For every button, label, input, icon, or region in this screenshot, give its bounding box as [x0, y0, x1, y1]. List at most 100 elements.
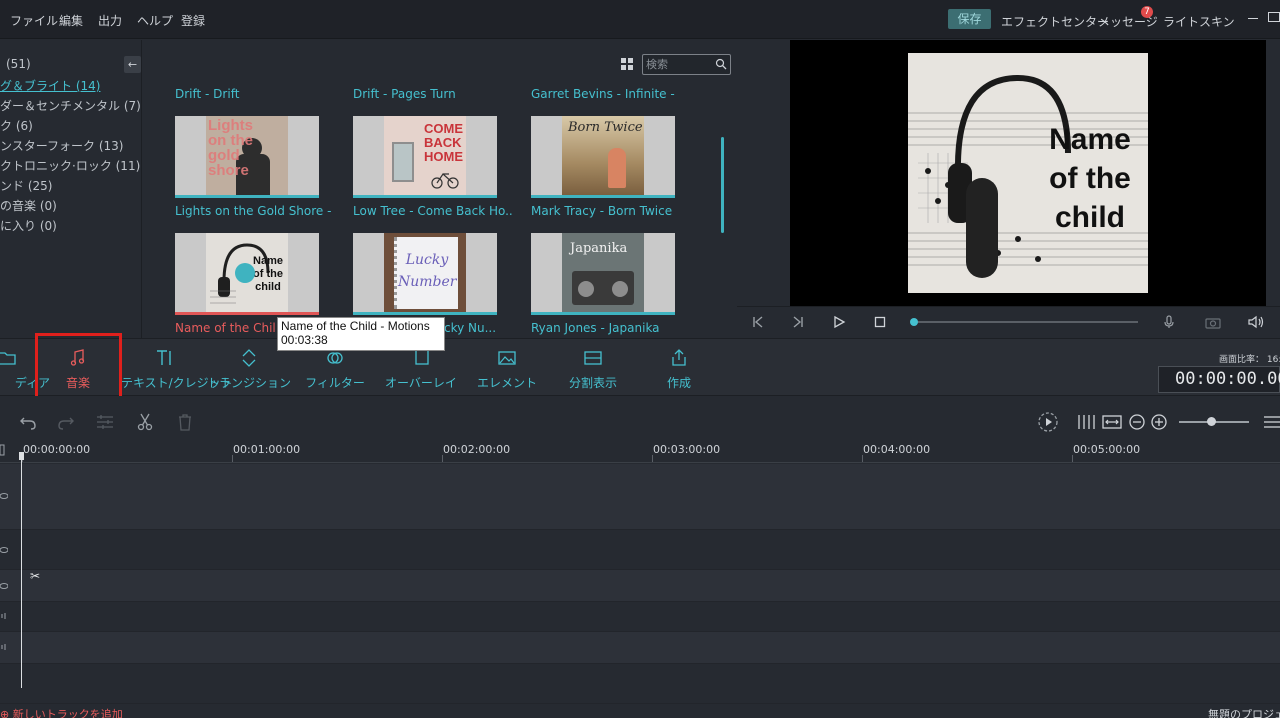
scissors-icon[interactable]: ✂ [30, 569, 40, 583]
play-icon[interactable] [832, 315, 846, 329]
skip-forward-icon[interactable] [791, 315, 805, 329]
menu-export[interactable]: 出力 [98, 12, 122, 29]
audio-title[interactable]: Drift - Drift [175, 87, 321, 101]
category-panel: (51) グ＆ブライト (14) ダー＆センチメンタル (7) ク (6) ンス… [0, 40, 142, 338]
audio-track[interactable] [0, 602, 1280, 632]
volume-icon[interactable] [1247, 315, 1265, 329]
preview-title-line: of the [1049, 162, 1131, 195]
tab-label: 分割表示 [568, 376, 617, 390]
eye-icon[interactable] [0, 581, 8, 591]
audio-thumbnail[interactable]: Lucky Number [353, 233, 497, 315]
audio-label[interactable]: Mark Tracy - Born Twice [531, 204, 691, 218]
zoom-in-icon[interactable] [1149, 412, 1169, 432]
playhead-handle[interactable] [19, 452, 24, 460]
grid-view-icon[interactable] [621, 58, 633, 70]
category-item[interactable]: ンスターフォーク (13) [0, 137, 124, 154]
tab-text-credit[interactable]: テキスト/クレジット [121, 348, 233, 392]
playback-progress[interactable] [913, 321, 1138, 323]
menu-icon[interactable] [1262, 412, 1280, 432]
redo-icon[interactable] [56, 412, 76, 432]
audio-thumbnail[interactable]: Japanika [531, 233, 675, 315]
microphone-icon[interactable] [1162, 315, 1176, 329]
category-item-active[interactable]: グ＆ブライト (14) [0, 77, 100, 94]
render-preview-icon[interactable] [1037, 411, 1059, 433]
track-handle-icon[interactable] [0, 444, 6, 456]
category-item[interactable]: ンド (25) [0, 177, 52, 194]
tab-element[interactable]: エレメント [464, 348, 550, 392]
tab-label: テキスト/クレジット [121, 376, 233, 390]
tab-split-screen[interactable]: 分割表示 [550, 348, 636, 392]
fit-timeline-icon[interactable] [1102, 412, 1122, 432]
menu-register[interactable]: 登録 [181, 12, 205, 29]
aspect-ratio-label[interactable]: 画面比率： 16:9 [1219, 352, 1280, 365]
audio-thumbnail[interactable]: Born Twice [531, 116, 675, 198]
category-item[interactable]: (51) [6, 57, 31, 71]
speaker-icon[interactable] [0, 642, 8, 652]
cut-icon[interactable] [135, 412, 155, 432]
eye-icon[interactable] [0, 491, 8, 501]
audio-label[interactable]: Lights on the Gold Shore - ... [175, 204, 335, 218]
audio-label[interactable]: Low Tree - Come Back Ho... [353, 204, 513, 218]
category-item[interactable]: の音楽 (0) [0, 197, 57, 214]
audio-thumbnail[interactable]: COME BACK HOME [353, 116, 497, 198]
tab-overlay[interactable]: オーバーレイ [378, 348, 464, 392]
thumbnail-text: Lights on the gold shore [208, 117, 253, 179]
tab-label: エレメント [476, 376, 537, 390]
delete-icon[interactable] [175, 412, 195, 432]
empty-track-area [0, 664, 1280, 704]
tooltip-title: Name of the Child - Motions [281, 319, 430, 333]
progress-handle[interactable] [910, 318, 918, 326]
category-item[interactable]: に入り (0) [0, 217, 57, 234]
tooltip-duration: 00:03:38 [281, 333, 328, 347]
audio-label[interactable]: cky Nu... [444, 321, 504, 335]
video-track[interactable] [0, 464, 1280, 530]
preview-title-line: child [1054, 201, 1125, 234]
audio-track[interactable] [0, 632, 1280, 664]
speaker-icon[interactable] [0, 611, 8, 621]
light-skin-link[interactable]: ライトスキン [1163, 13, 1235, 30]
ruler-tick [442, 455, 443, 462]
play-overlay-icon[interactable] [235, 263, 255, 283]
overlay-track[interactable] [0, 570, 1280, 602]
back-arrow-icon[interactable]: ← [124, 56, 141, 73]
adjust-icon[interactable] [95, 412, 115, 432]
save-button[interactable]: 保存 [948, 9, 991, 29]
ruler-tick [1072, 455, 1073, 462]
audio-thumbnail[interactable]: Lights on the gold shore [175, 116, 319, 198]
search-input[interactable] [646, 57, 714, 72]
ruler-tick [652, 455, 653, 462]
menu-file[interactable]: ファイル [10, 12, 58, 29]
skip-back-icon[interactable] [751, 315, 765, 329]
zoom-out-icon[interactable] [1127, 412, 1147, 432]
effects-center-link[interactable]: エフェクトセンター [1001, 13, 1109, 30]
tab-transition[interactable]: トランジション [206, 348, 292, 392]
stop-icon[interactable] [873, 315, 887, 329]
video-track[interactable] [0, 530, 1280, 570]
tab-label: トランジション [206, 376, 291, 390]
undo-icon[interactable] [18, 412, 38, 432]
audio-label[interactable]: Ryan Jones - Japanika [531, 321, 691, 335]
audio-title[interactable]: Drift - Pages Turn [353, 87, 499, 101]
audio-label-selected[interactable]: Name of the Child - [175, 321, 275, 335]
export-icon [672, 349, 686, 366]
search-icon[interactable] [715, 58, 727, 70]
library-scrollbar[interactable] [721, 137, 724, 233]
menu-help[interactable]: ヘルプ [137, 12, 173, 29]
camera-icon[interactable] [1205, 315, 1221, 329]
audio-title[interactable]: Garret Bevins - Infinite - S... [531, 87, 677, 101]
maximize-icon[interactable] [1268, 12, 1280, 22]
category-item[interactable]: ダー＆センチメンタル (7) [0, 97, 141, 114]
minimize-icon[interactable] [1248, 18, 1258, 19]
add-track-link[interactable]: ⊕ 新しいトラックを追加 [0, 706, 123, 718]
ruler-label: 00:04:00:00 [863, 443, 931, 456]
audio-mixer-icon[interactable] [1076, 412, 1096, 432]
tab-filter[interactable]: フィルター [292, 348, 378, 392]
category-item[interactable]: ク (6) [0, 117, 33, 134]
category-item[interactable]: クトロニック·ロック (11) [0, 157, 140, 174]
zoom-slider-handle[interactable] [1207, 417, 1216, 426]
playhead[interactable] [21, 452, 22, 688]
menu-edit[interactable]: 編集 [59, 12, 83, 29]
audio-thumbnail-selected[interactable]: Name of the child [175, 233, 319, 315]
eye-icon[interactable] [0, 545, 8, 555]
tab-export[interactable]: 作成 [636, 348, 722, 392]
